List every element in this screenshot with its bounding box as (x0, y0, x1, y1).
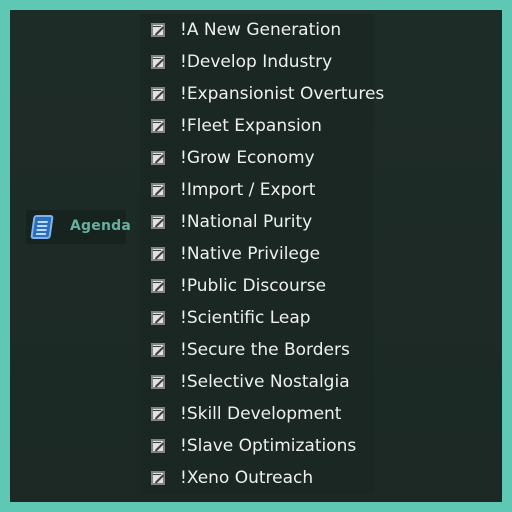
agenda-list-item[interactable]: !Slave Optimizations (148, 430, 374, 462)
edit-document-icon (151, 23, 165, 37)
edit-document-icon (151, 311, 165, 325)
agenda-item-label: !Scientific Leap (180, 308, 311, 328)
agenda-list-item[interactable]: !Xeno Outreach (148, 462, 374, 494)
edit-document-icon (151, 151, 165, 165)
agenda-item-label: !Xeno Outreach (180, 468, 314, 488)
edit-document-icon (151, 119, 165, 133)
agenda-label: Agenda (70, 218, 131, 234)
agenda-list-item[interactable]: !Public Discourse (148, 270, 374, 302)
agenda-list-item[interactable]: !Selective Nostalgia (148, 366, 374, 398)
agenda-item-label: !Secure the Borders (180, 340, 350, 360)
edit-document-icon (151, 215, 165, 229)
agenda-list-item[interactable]: !Skill Development (148, 398, 374, 430)
edit-document-icon (151, 343, 165, 357)
agenda-list-item[interactable]: !Import / Export (148, 174, 374, 206)
agenda-book-icon (30, 215, 54, 239)
agenda-list-item[interactable]: !Expansionist Overtures (148, 78, 384, 110)
agenda-list-item[interactable]: !National Purity (148, 206, 374, 238)
edit-document-icon (151, 375, 165, 389)
agenda-item-label: !Import / Export (180, 180, 316, 200)
edit-document-icon (151, 439, 165, 453)
edit-document-icon (151, 183, 165, 197)
edit-document-icon (151, 407, 165, 421)
agenda-item-label: !Develop Industry (180, 52, 333, 72)
agenda-item-label: !Grow Economy (180, 148, 315, 168)
agenda-list-item[interactable]: !Fleet Expansion (148, 110, 374, 142)
agenda-item-label: !Slave Optimizations (180, 436, 357, 456)
agenda-list-item[interactable]: !A New Generation (148, 14, 374, 46)
agenda-list-item[interactable]: !Develop Industry (148, 46, 374, 78)
agenda-item-label: !National Purity (180, 212, 313, 232)
agenda-tab-button[interactable]: Agenda (26, 210, 131, 244)
agenda-item-label: !Native Privilege (180, 244, 321, 264)
edit-document-icon (151, 55, 165, 69)
agenda-item-label: !Selective Nostalgia (180, 372, 350, 392)
agenda-item-label: !Expansionist Overtures (180, 84, 385, 104)
agenda-list-item[interactable]: !Secure the Borders (148, 334, 374, 366)
agenda-item-label: !Fleet Expansion (180, 116, 322, 136)
agenda-list-item[interactable]: !Native Privilege (148, 238, 374, 270)
agenda-item-label: !Public Discourse (180, 276, 327, 296)
edit-document-icon (151, 247, 165, 261)
edit-document-icon (151, 279, 165, 293)
agenda-item-label: !A New Generation (180, 20, 342, 40)
edit-document-icon (151, 471, 165, 485)
agenda-list: !A New Generation !Develop Industry !Expan… (148, 14, 384, 494)
agenda-item-label: !Skill Development (180, 404, 342, 424)
agenda-list-item[interactable]: !Scientific Leap (148, 302, 374, 334)
agenda-list-item[interactable]: !Grow Economy (148, 142, 374, 174)
edit-document-icon (151, 87, 165, 101)
